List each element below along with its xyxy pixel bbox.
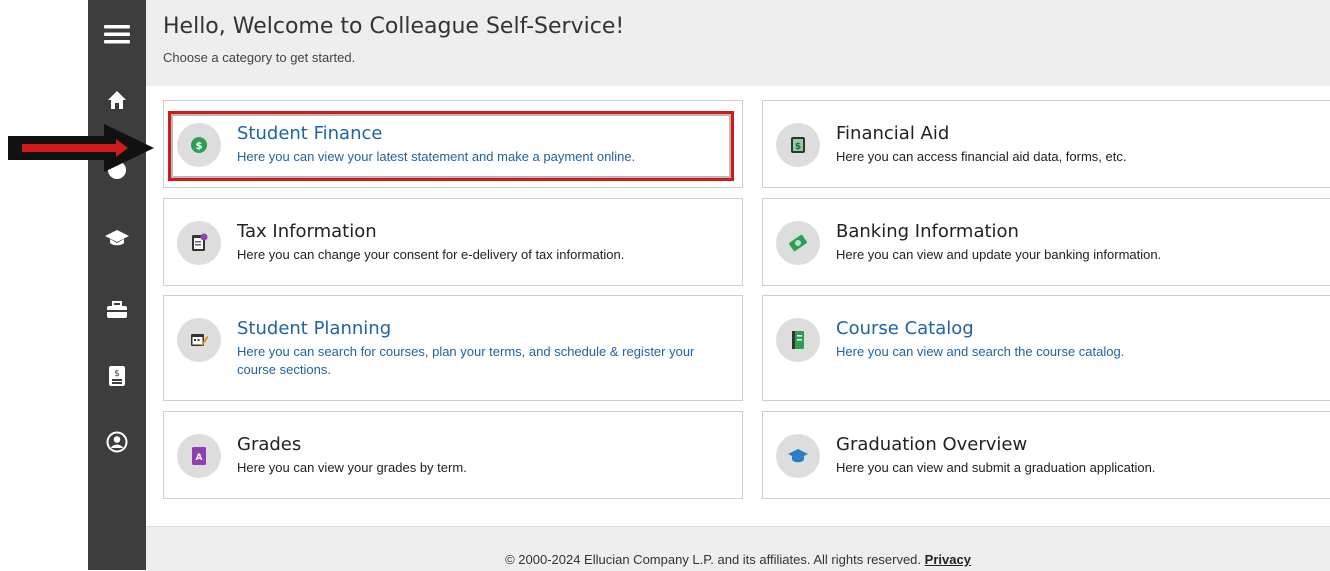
card-financial-aid[interactable]: $ Financial Aid Here you can access fina… [762,100,1330,188]
card-description: Here you can view your grades by term. [237,460,467,475]
graduation-cap-icon [776,434,820,478]
card-banking-information[interactable]: Banking Information Here you can view an… [762,198,1330,286]
graduation-cap-icon[interactable] [88,224,146,252]
main-content: Hello, Welcome to Colleague Self-Service… [146,0,1330,571]
page-subtitle: Choose a category to get started. [163,50,356,65]
svg-text:$: $ [795,142,801,152]
home-icon[interactable] [88,86,146,114]
copyright-text: © 2000-2024 Ellucian Company L.P. and it… [505,552,922,567]
card-grades[interactable]: A Grades Here you can view your grades b… [163,411,743,499]
card-title: Graduation Overview [836,434,1028,455]
page-footer: © 2000-2024 Ellucian Company L.P. and it… [146,526,1330,571]
card-title: Financial Aid [836,123,950,144]
card-title: Banking Information [836,221,1019,242]
svg-text:$: $ [114,369,120,379]
card-graduation-overview[interactable]: Graduation Overview Here you can view an… [762,411,1330,499]
book-icon [776,318,820,362]
page-header: Hello, Welcome to Colleague Self-Service… [146,0,1330,86]
briefcase-icon[interactable] [88,296,146,324]
card-title: Tax Information [237,221,377,242]
card-description: Here you can change your consent for e-d… [237,247,625,262]
annotation-arrow-icon [8,124,154,172]
calendar-edit-icon [177,318,221,362]
card-course-catalog[interactable]: Course Catalog Here you can view and sea… [762,295,1330,401]
card-title: Grades [237,434,302,455]
money-bag-icon [776,221,820,265]
menu-icon[interactable] [88,20,146,48]
money-document-icon: $ [776,123,820,167]
card-student-planning[interactable]: Student Planning Here you can search for… [163,295,743,401]
svg-text:$: $ [196,141,203,152]
user-icon[interactable] [88,428,146,456]
grade-a-icon: A [177,434,221,478]
card-student-finance[interactable]: $ Student Finance Here you can view your… [163,100,743,188]
page-title: Hello, Welcome to Colleague Self-Service… [163,14,625,39]
sidebar: $ [88,0,146,570]
privacy-link[interactable]: Privacy [925,552,971,567]
card-description: Here you can view and search the course … [836,344,1125,359]
document-icon[interactable]: $ [88,362,146,390]
card-description: Here you can search for courses, plan yo… [237,344,695,377]
card-title: Course Catalog [836,318,974,339]
footer-text: © 2000-2024 Ellucian Company L.P. and it… [146,552,1330,567]
card-title: Student Planning [237,318,392,339]
card-tax-information[interactable]: Tax Information Here you can change your… [163,198,743,286]
tax-form-icon [177,221,221,265]
card-description: Here you can view and update your bankin… [836,247,1162,262]
card-title: Student Finance [237,123,383,144]
card-description: Here you can view your latest statement … [237,149,636,164]
dollar-coin-icon: $ [177,123,221,167]
svg-text:A: A [196,453,203,463]
card-description: Here you can view and submit a graduatio… [836,460,1156,475]
card-description: Here you can access financial aid data, … [836,149,1127,164]
